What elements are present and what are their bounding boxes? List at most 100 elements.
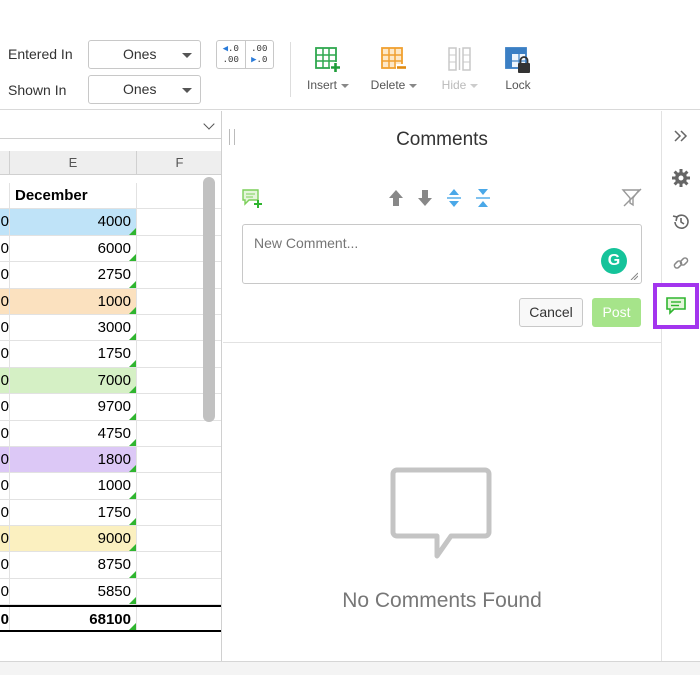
post-button[interactable]: Post [592, 298, 641, 327]
table-row: 0 7000 [0, 367, 221, 395]
cell[interactable]: 1000 [10, 473, 137, 499]
cell[interactable]: 1000 [10, 288, 137, 314]
column-header-d[interactable] [0, 151, 10, 175]
lock-button[interactable]: Lock [490, 46, 546, 92]
cell[interactable]: 1750 [10, 499, 137, 526]
decrease-decimal-button[interactable]: .00 ▶.0 [246, 41, 274, 68]
cell[interactable]: 0 [0, 314, 10, 341]
table-row: 0 3000 [0, 314, 221, 342]
settings-button[interactable] [662, 163, 700, 193]
increase-decimal-button[interactable]: ◀.0.00 [217, 41, 246, 68]
cancel-button[interactable]: Cancel [519, 298, 583, 327]
cell-value: 6000 [97, 239, 131, 257]
cell-value: 1750 [97, 345, 131, 363]
comment-marker-icon [129, 333, 136, 341]
new-comment-input[interactable] [242, 224, 642, 284]
cell[interactable]: 0 [0, 526, 10, 552]
shown-in-value: Ones [123, 81, 157, 97]
comment-marker-icon [129, 518, 136, 526]
cell[interactable]: 1800 [10, 446, 137, 473]
hide-icon [448, 47, 471, 71]
table-row: 0 1750 [0, 341, 221, 368]
cell[interactable] [137, 421, 221, 446]
hide-button[interactable]: Hide [432, 46, 488, 92]
chevron-down-icon[interactable] [203, 118, 215, 130]
cell[interactable]: 9700 [10, 394, 137, 420]
shown-in-select[interactable]: Ones [88, 75, 201, 104]
entered-in-select[interactable]: Ones [88, 40, 201, 69]
shown-in-label: Shown In [8, 82, 67, 98]
cell[interactable]: 0 [0, 420, 10, 446]
cell[interactable]: 0 [0, 288, 10, 314]
comment-marker-icon [129, 491, 136, 499]
cell-value: 7000 [97, 371, 131, 389]
cell[interactable] [137, 579, 221, 604]
add-comment-icon[interactable] [241, 187, 263, 209]
arrow-down-icon[interactable] [416, 187, 434, 209]
cell[interactable]: 9000 [10, 526, 137, 552]
comments-panel-button[interactable] [653, 283, 699, 329]
table-row: 0 4750 [0, 420, 221, 447]
comments-icon [666, 297, 686, 315]
column-header-e[interactable]: E [10, 151, 137, 175]
grammarly-icon[interactable]: G [601, 248, 627, 274]
cell[interactable]: 0 [0, 552, 10, 578]
cell[interactable] [0, 183, 10, 209]
history-icon [672, 214, 689, 229]
column-header-f[interactable]: F [137, 151, 221, 175]
vertical-scrollbar[interactable] [203, 177, 215, 422]
comment-marker-icon [129, 544, 136, 552]
cell[interactable]: 5850 [10, 578, 137, 605]
cell[interactable]: 0 [0, 394, 10, 420]
expand-icon[interactable] [445, 187, 463, 209]
cell[interactable]: 0 [0, 209, 10, 235]
cell[interactable]: 3000 [10, 314, 137, 341]
table-row: 0 2750 [0, 262, 221, 289]
cell[interactable]: 0 [0, 578, 10, 605]
formula-bar[interactable] [0, 111, 221, 139]
cell[interactable]: 0 [0, 367, 10, 394]
cell[interactable] [137, 500, 221, 525]
cell[interactable]: 0 [0, 262, 10, 288]
resize-grip-icon[interactable] [630, 272, 638, 280]
status-bar [0, 661, 700, 675]
arrow-up-icon[interactable] [387, 187, 405, 209]
table-row: 0 1000 [0, 288, 221, 315]
cell[interactable]: 4750 [10, 420, 137, 446]
collapse-icon[interactable] [474, 187, 492, 209]
insert-button[interactable]: Insert [300, 46, 356, 92]
cell[interactable]: 0 [0, 235, 10, 262]
cell[interactable]: 6000 [10, 235, 137, 262]
cell[interactable] [137, 552, 221, 577]
column-title-cell[interactable]: December [10, 183, 137, 209]
cell[interactable] [137, 526, 221, 551]
total-cell[interactable]: 68100 [10, 607, 137, 630]
cell[interactable]: 8750 [10, 552, 137, 578]
history-button[interactable] [662, 207, 700, 237]
cell[interactable]: 0 [0, 341, 10, 367]
cell[interactable]: 4000 [10, 209, 137, 235]
cell[interactable] [137, 473, 221, 498]
cell[interactable]: 7000 [10, 367, 137, 394]
cell-value: 8750 [97, 556, 131, 574]
cell[interactable]: 1750 [10, 341, 137, 367]
delete-button[interactable]: Delete [366, 46, 422, 92]
column-headers: E F [0, 151, 221, 175]
toolbar-divider [290, 42, 291, 97]
cell[interactable] [137, 447, 221, 472]
cell[interactable]: 0 [0, 607, 10, 630]
chevron-down-icon [409, 83, 418, 88]
cell[interactable]: 0 [0, 473, 10, 499]
cell[interactable] [137, 607, 221, 629]
cell[interactable]: 2750 [10, 262, 137, 288]
collapse-panel-button[interactable] [662, 121, 700, 151]
cell-value: 4750 [97, 424, 131, 442]
cell[interactable]: 0 [0, 446, 10, 473]
comment-marker-icon [129, 280, 136, 288]
decimal-controls: ◀.0.00 .00 ▶.0 [216, 40, 274, 69]
link-icon [673, 257, 689, 269]
link-button[interactable] [662, 248, 700, 278]
cell-value: 9700 [97, 398, 131, 416]
filter-icon[interactable] [621, 187, 643, 209]
cell[interactable]: 0 [0, 499, 10, 526]
